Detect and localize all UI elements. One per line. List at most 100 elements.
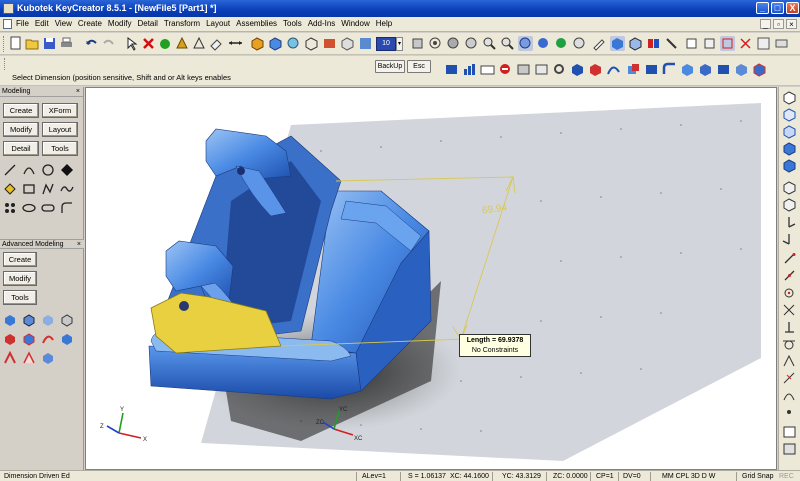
model-canvas[interactable]: X Y Z XC YC ZC bbox=[86, 88, 777, 470]
new-file-icon[interactable] bbox=[8, 36, 23, 51]
backup-button[interactable]: BackUp bbox=[375, 60, 405, 73]
adv-extrude-icon[interactable] bbox=[22, 313, 36, 327]
shell-icon[interactable] bbox=[644, 62, 659, 77]
draft-icon[interactable] bbox=[698, 62, 713, 77]
fillet-icon[interactable] bbox=[662, 62, 677, 77]
menu-transform[interactable]: Transform bbox=[164, 19, 200, 28]
refresh-icon[interactable] bbox=[554, 36, 569, 51]
delete-icon[interactable] bbox=[141, 36, 156, 51]
color-icon[interactable] bbox=[646, 36, 661, 51]
hidden-line-icon[interactable] bbox=[340, 36, 355, 51]
adv-revolve-icon[interactable] bbox=[41, 313, 55, 327]
ellipse-icon[interactable] bbox=[22, 201, 36, 215]
orbit-icon[interactable] bbox=[464, 36, 479, 51]
boolean-icon[interactable] bbox=[626, 62, 641, 77]
view-front-cube-icon[interactable] bbox=[782, 108, 797, 122]
modeling-create-button[interactable]: Create bbox=[3, 103, 39, 118]
options-icon[interactable] bbox=[774, 36, 789, 51]
graphics-viewport[interactable]: X Y Z XC YC ZC bbox=[85, 87, 777, 470]
snap-icon[interactable] bbox=[738, 36, 753, 51]
zoom-in-icon[interactable] bbox=[482, 36, 497, 51]
view-front-icon[interactable] bbox=[410, 36, 425, 51]
sweep-icon[interactable] bbox=[606, 62, 621, 77]
esc-button[interactable]: Esc bbox=[407, 60, 431, 73]
section-icon[interactable] bbox=[734, 62, 749, 77]
rectangle-icon[interactable] bbox=[22, 182, 36, 196]
slot-icon[interactable] bbox=[41, 201, 55, 215]
open-file-icon[interactable] bbox=[25, 36, 40, 51]
adv-pocket-icon[interactable] bbox=[3, 332, 17, 346]
view-left-cube-icon[interactable] bbox=[782, 159, 797, 173]
zoom-level-field[interactable]: 10 bbox=[376, 37, 396, 51]
no-entry-icon[interactable] bbox=[498, 62, 513, 77]
pencil-icon[interactable] bbox=[592, 36, 607, 51]
snap-quadrant-icon[interactable] bbox=[782, 354, 797, 368]
menu-file[interactable]: File bbox=[16, 19, 29, 28]
edges-icon[interactable] bbox=[628, 36, 643, 51]
menu-edit[interactable]: Edit bbox=[35, 19, 49, 28]
modeling-detail-button[interactable]: Detail bbox=[3, 141, 39, 156]
hand-icon[interactable] bbox=[158, 36, 173, 51]
adv-sweep-icon[interactable] bbox=[41, 332, 55, 346]
polygon-icon[interactable] bbox=[3, 182, 17, 196]
mate-icon[interactable] bbox=[552, 62, 567, 77]
properties-icon[interactable] bbox=[664, 36, 679, 51]
snap-intersection-icon[interactable] bbox=[782, 303, 797, 317]
adv-hole-icon[interactable] bbox=[60, 313, 74, 327]
solid-view-icon[interactable] bbox=[268, 36, 283, 51]
status-grid-snap[interactable]: Grid Snap bbox=[742, 472, 774, 481]
rotate-view-icon[interactable] bbox=[536, 36, 551, 51]
minimize-button[interactable]: _ bbox=[756, 2, 769, 14]
snap-endpoint-icon[interactable] bbox=[782, 252, 797, 266]
advanced-close-icon[interactable]: × bbox=[77, 240, 81, 250]
revolve-icon[interactable] bbox=[588, 62, 603, 77]
doc-minimize-button[interactable]: _ bbox=[760, 19, 771, 29]
panel-close-icon[interactable]: × bbox=[76, 87, 80, 97]
shade-icon[interactable] bbox=[286, 36, 301, 51]
measure-icon[interactable] bbox=[228, 36, 243, 51]
advanced-tools-button[interactable]: Tools bbox=[3, 290, 37, 305]
close-button[interactable]: X bbox=[786, 2, 799, 14]
modeling-tools-button[interactable]: Tools bbox=[42, 141, 78, 156]
mirror-icon[interactable] bbox=[752, 62, 767, 77]
snap-node-icon[interactable] bbox=[782, 388, 797, 402]
snap-tangent-icon[interactable] bbox=[782, 337, 797, 351]
filter-all-icon[interactable] bbox=[782, 442, 797, 456]
doc-restore-button[interactable]: ▫ bbox=[773, 19, 784, 29]
menu-assemblies[interactable]: Assemblies bbox=[236, 19, 277, 28]
menu-detail[interactable]: Detail bbox=[137, 19, 157, 28]
zoom-dropdown-icon[interactable]: ▾ bbox=[396, 37, 403, 51]
assembly-icon[interactable] bbox=[534, 62, 549, 77]
view-bottom-cube-icon[interactable] bbox=[782, 198, 797, 212]
snap-nearest-icon[interactable] bbox=[782, 371, 797, 385]
view-right-cube-icon[interactable] bbox=[782, 142, 797, 156]
menu-view[interactable]: View bbox=[55, 19, 72, 28]
view-axis-icon[interactable] bbox=[782, 215, 797, 229]
view-axis2-icon[interactable] bbox=[782, 232, 797, 246]
fillet-2d-icon[interactable] bbox=[60, 201, 74, 215]
snap-center-icon[interactable] bbox=[782, 286, 797, 300]
spline-icon[interactable] bbox=[60, 182, 74, 196]
view-iso-icon[interactable] bbox=[446, 36, 461, 51]
print-icon[interactable] bbox=[59, 36, 74, 51]
menu-addins[interactable]: Add-Ins bbox=[308, 19, 336, 28]
filter-entity-icon[interactable] bbox=[782, 425, 797, 439]
adv-boss-icon[interactable] bbox=[22, 332, 36, 346]
show-icon[interactable] bbox=[702, 36, 717, 51]
adv-offset-icon[interactable] bbox=[22, 351, 36, 365]
adv-blend-icon[interactable] bbox=[41, 351, 55, 365]
adv-shell-icon[interactable] bbox=[3, 351, 17, 365]
view-top-cube-icon[interactable] bbox=[782, 125, 797, 139]
wireframe-icon[interactable] bbox=[304, 36, 319, 51]
modeling-layout-button[interactable]: Layout bbox=[42, 122, 78, 137]
line-icon[interactable] bbox=[3, 163, 17, 177]
view-iso-cube-icon[interactable] bbox=[782, 91, 797, 105]
chamfer-icon[interactable] bbox=[680, 62, 695, 77]
snap-grid-icon[interactable] bbox=[782, 405, 797, 419]
render-icon[interactable] bbox=[322, 36, 337, 51]
zoom-out-icon[interactable] bbox=[500, 36, 515, 51]
point-icon[interactable] bbox=[60, 163, 74, 177]
menu-help[interactable]: Help bbox=[376, 19, 392, 28]
eraser-icon[interactable] bbox=[209, 36, 224, 51]
adv-loft-icon[interactable] bbox=[60, 332, 74, 346]
